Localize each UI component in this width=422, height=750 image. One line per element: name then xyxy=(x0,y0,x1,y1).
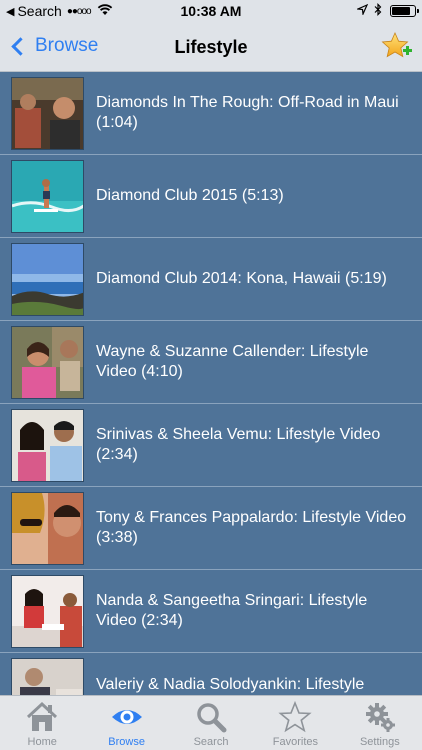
video-title: Srinivas & Sheela Vemu: Lifestyle Video … xyxy=(96,426,381,463)
video-thumbnail xyxy=(11,409,84,482)
status-bar: ◀ Search ●●ooo 10:38 AM xyxy=(0,0,422,24)
list-item[interactable]: Nanda & Sangeetha Sringari: Lifestyle Vi… xyxy=(0,570,422,653)
tab-search[interactable]: Search xyxy=(169,696,253,750)
battery-level xyxy=(392,7,410,15)
navigation-bar: Browse Lifestyle xyxy=(0,24,422,72)
list-item[interactable]: Diamond Club 2015 (5:13) xyxy=(0,155,422,238)
video-title: Diamond Club 2014: Kona, Hawaii (5:19) xyxy=(96,270,387,287)
tab-bar: Home Browse Search Favorites Settings xyxy=(0,695,422,750)
list-item[interactable]: Tony & Frances Pappalardo: Lifestyle Vid… xyxy=(0,487,422,570)
tab-favorites[interactable]: Favorites xyxy=(253,696,337,750)
video-title: Diamonds In The Rough: Off-Road in Maui … xyxy=(96,94,399,131)
list-item[interactable]: Wayne & Suzanne Callender: Lifestyle Vid… xyxy=(0,321,422,404)
list-item[interactable]: Diamond Club 2014: Kona, Hawaii (5:19) xyxy=(0,238,422,321)
tab-browse[interactable]: Browse xyxy=(84,696,168,750)
video-title: Valeriy & Nadia Solodyankin: Lifestyle xyxy=(96,676,365,693)
magnifier-icon xyxy=(197,703,227,733)
page-title: Lifestyle xyxy=(174,37,248,57)
video-thumbnail xyxy=(11,575,84,648)
battery-icon xyxy=(390,5,419,17)
star-plus-icon xyxy=(381,32,412,58)
add-favorite-button[interactable] xyxy=(380,30,414,64)
video-title: Diamond Club 2015 (5:13) xyxy=(96,187,284,204)
house-icon xyxy=(27,701,58,731)
tab-favorites-label: Favorites xyxy=(272,736,319,748)
tab-home-label: Home xyxy=(27,736,57,748)
video-list[interactable]: Diamonds In The Rough: Off-Road in Maui … xyxy=(0,72,422,695)
status-right xyxy=(355,3,419,19)
bluetooth-icon xyxy=(374,3,382,19)
tab-search-label: Search xyxy=(193,736,229,748)
video-title: Wayne & Suzanne Callender: Lifestyle Vid… xyxy=(96,343,369,380)
location-arrow-icon xyxy=(355,3,369,18)
tab-home[interactable]: Home xyxy=(0,696,84,750)
tab-browse-label: Browse xyxy=(108,736,145,748)
tab-settings[interactable]: Settings xyxy=(338,696,422,750)
video-thumbnail xyxy=(11,160,84,233)
tab-settings-label: Settings xyxy=(359,736,400,748)
list-item[interactable]: Diamonds In The Rough: Off-Road in Maui … xyxy=(0,72,422,155)
list-item[interactable]: Valeriy & Nadia Solodyankin: Lifestyle xyxy=(0,653,422,695)
gear-icon xyxy=(365,703,395,732)
video-title: Nanda & Sangeetha Sringari: Lifestyle Vi… xyxy=(96,592,368,629)
video-thumbnail xyxy=(11,492,84,565)
list-item[interactable]: Srinivas & Sheela Vemu: Lifestyle Video … xyxy=(0,404,422,487)
star-icon xyxy=(278,700,313,733)
video-thumbnail xyxy=(11,658,84,695)
video-thumbnail xyxy=(11,243,84,316)
eye-icon xyxy=(111,710,142,724)
video-thumbnail xyxy=(11,326,84,399)
video-thumbnail xyxy=(11,77,84,150)
video-title: Tony & Frances Pappalardo: Lifestyle Vid… xyxy=(96,509,407,546)
